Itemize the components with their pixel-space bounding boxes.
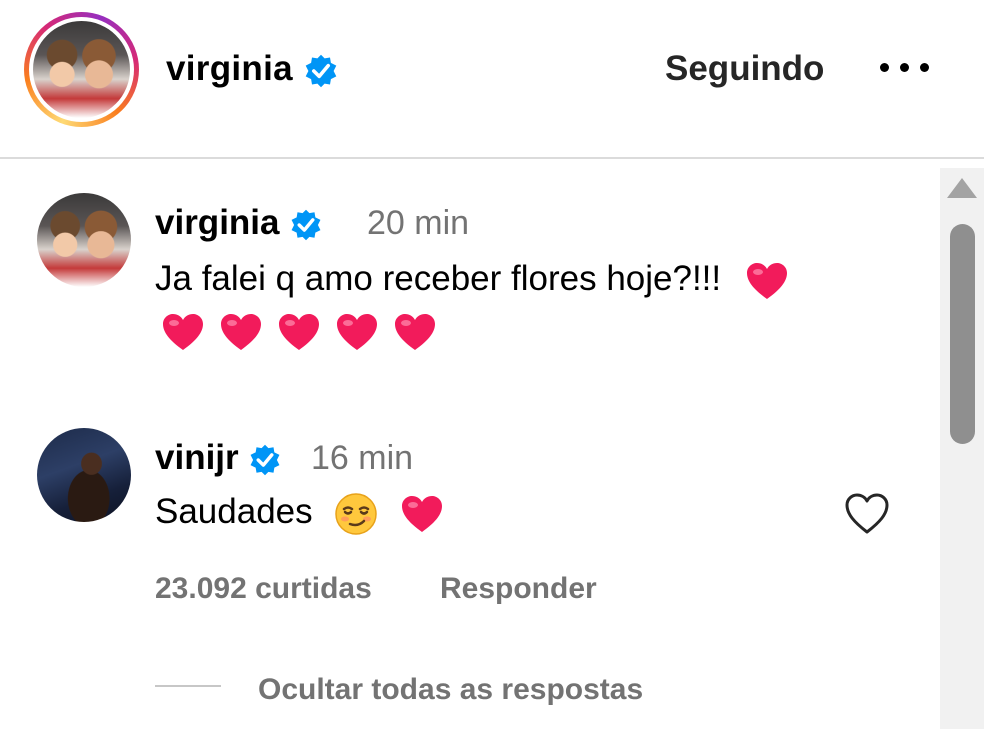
comment-text: Ja falei q amo receber flores hoje?!!!: [155, 257, 915, 301]
following-button[interactable]: Seguindo: [665, 47, 824, 91]
replies-divider-line: [155, 685, 221, 687]
story-ring-avatar[interactable]: [24, 12, 139, 127]
comment-text: Saudades: [155, 490, 444, 536]
comment-avatar-virginia[interactable]: [37, 193, 131, 287]
scroll-up-arrow-icon[interactable]: [947, 178, 977, 198]
post-header: virginia Seguindo: [0, 0, 984, 157]
smirk-face-emoji-icon: [335, 493, 378, 535]
avatar: [37, 428, 131, 522]
heart-emoji-icon: [279, 314, 319, 350]
header-username[interactable]: virginia: [166, 47, 339, 91]
heart-emoji-icon: [746, 262, 787, 299]
comment-likes-count[interactable]: 23.092 curtidas: [155, 567, 372, 611]
like-comment-icon[interactable]: [844, 492, 890, 536]
heart-emoji-icon: [395, 314, 435, 350]
header-divider: [0, 157, 984, 159]
heart-emoji-icon: [337, 314, 377, 350]
scrollbar-thumb[interactable]: [950, 224, 975, 444]
comment-timestamp: 20 min: [367, 204, 470, 242]
avatar: [37, 193, 131, 287]
verified-badge-icon: [250, 444, 280, 476]
verified-badge-icon: [305, 54, 337, 87]
comment-timestamp: 16 min: [311, 439, 414, 477]
comment-username[interactable]: vinijr: [155, 436, 282, 480]
hide-replies-button[interactable]: Ocultar todas as respostas: [258, 668, 643, 712]
avatar: [33, 21, 130, 118]
reply-button[interactable]: Responder: [440, 567, 597, 611]
comment-username[interactable]: virginia: [155, 201, 323, 245]
comment-avatar-vinijr[interactable]: [37, 428, 131, 522]
heart-emoji-icon: [402, 495, 443, 532]
more-options-icon[interactable]: [880, 56, 932, 80]
scrollbar[interactable]: [940, 168, 984, 729]
heart-emoji-icon: [163, 314, 203, 350]
heart-outline-icon: [845, 493, 889, 534]
heart-emoji-icon: [221, 314, 261, 350]
verified-badge-icon: [291, 209, 321, 241]
